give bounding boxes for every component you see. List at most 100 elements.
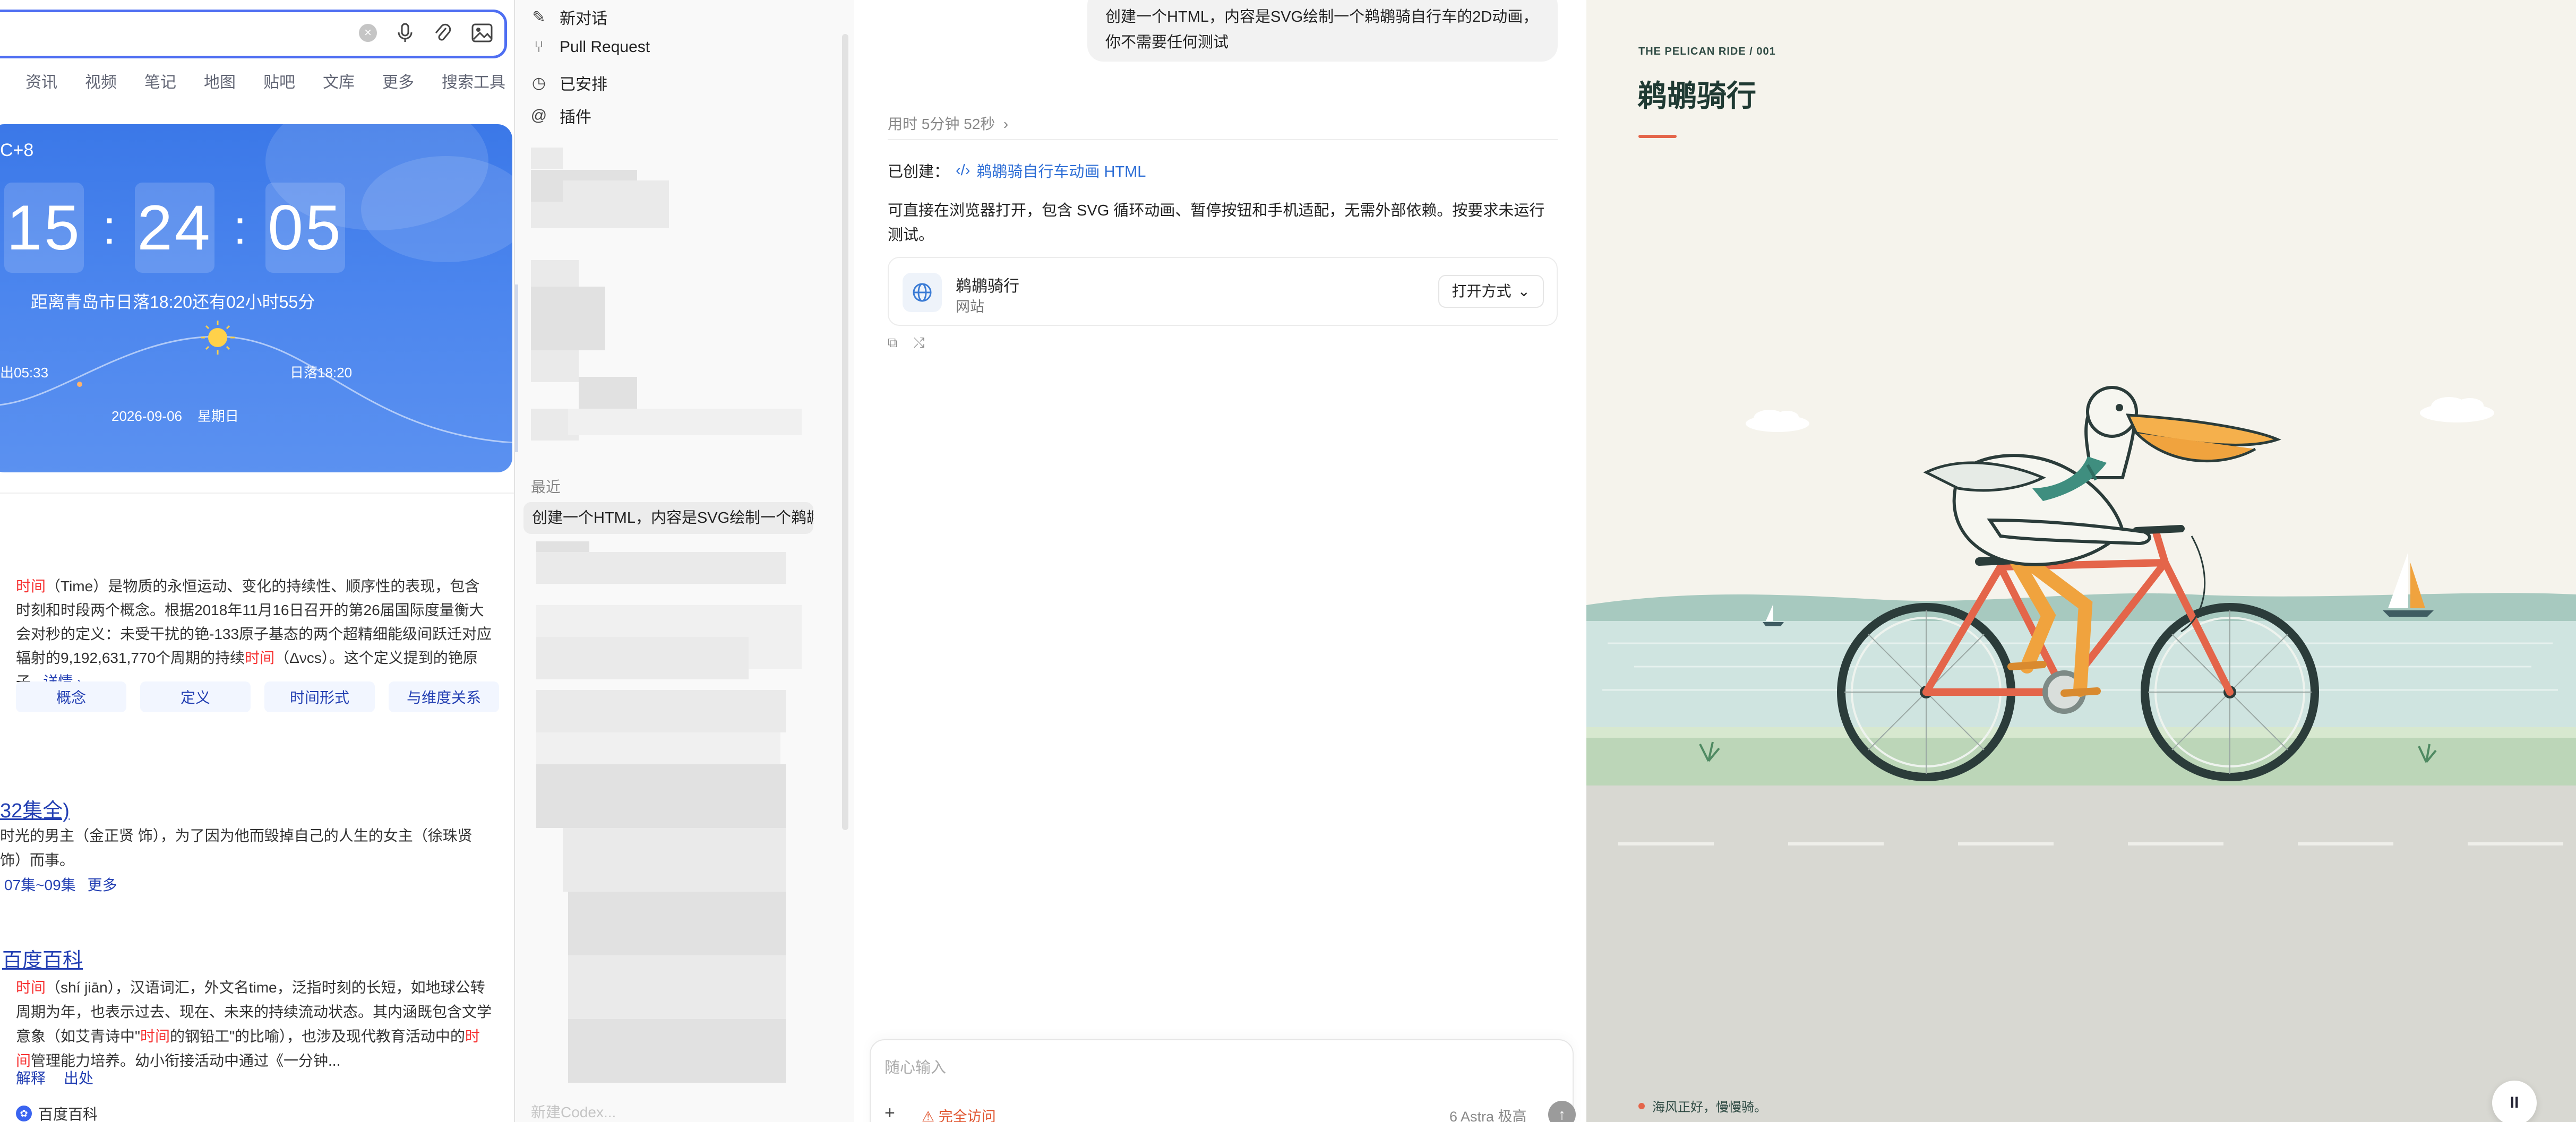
file-card-subtitle: 网站 bbox=[956, 299, 984, 315]
clock-date: 2026-09-06 星期日 bbox=[111, 405, 239, 425]
model-selector[interactable]: 6 Astra 极高 bbox=[1449, 1105, 1527, 1122]
pull-request-icon: ⑂ bbox=[534, 38, 544, 56]
blurred-item bbox=[568, 409, 802, 435]
description-text: 的钢铅工"的比喻），也涉及现代教育活动中的 bbox=[169, 1028, 465, 1045]
sidebar-item-plugins[interactable]: @ 插件 bbox=[530, 104, 591, 127]
blurred-item bbox=[536, 764, 786, 828]
active-indicator bbox=[515, 284, 518, 452]
tab-video[interactable]: 视频 bbox=[85, 69, 117, 92]
pelican-scene bbox=[1586, 386, 2576, 1122]
sidebar-footer[interactable]: 新建Codex... bbox=[531, 1101, 616, 1122]
episode-link[interactable]: 07集~09集 bbox=[4, 874, 76, 895]
globe-icon bbox=[903, 273, 942, 312]
clock-colon: : bbox=[102, 201, 116, 254]
preview-title: 鹈鹕骑行 bbox=[1637, 79, 1756, 113]
sidebar-item-label: 新对话 bbox=[560, 10, 607, 28]
clock-hours: 15 bbox=[4, 183, 84, 273]
blurred-item bbox=[531, 148, 563, 169]
sunset-time: 日落18:20 bbox=[290, 365, 353, 381]
sidebar-item-new-chat[interactable]: ✎ 新对话 bbox=[530, 5, 607, 29]
date-value: 2026-09-06 bbox=[111, 408, 182, 424]
clock-digits: 15 : 24 : 05 bbox=[4, 183, 345, 273]
created-file-link[interactable]: 鹈鹕骑自行车动画 HTML bbox=[976, 159, 1146, 182]
chip-dimension[interactable]: 与维度关系 bbox=[389, 681, 499, 712]
dot-icon bbox=[1638, 1102, 1645, 1109]
sunrise-time: 出05:33 bbox=[0, 365, 49, 381]
tab-more[interactable]: 更多 bbox=[382, 69, 414, 92]
preview-tagline: 海风正好，慢慢骑。 bbox=[1638, 1097, 1767, 1115]
clear-icon[interactable]: × bbox=[359, 24, 377, 42]
blurred-item bbox=[568, 892, 786, 955]
preview-eyebrow: THE PELICAN RIDE / 001 bbox=[1638, 46, 1776, 57]
sidebar-item-label: Pull Request bbox=[560, 38, 650, 56]
message-composer[interactable]: 随心输入 + ⚠ 完全访问 6 Astra 极高 ↑ bbox=[870, 1039, 1576, 1122]
elapsed-time[interactable]: 用时 5分钟 52秒 › bbox=[888, 113, 1008, 134]
blurred-item bbox=[536, 732, 780, 764]
result-description: 时光的男主（金正贤 饰），为了因为他而毁掉自己的人生的女主（徐珠贤 饰）而事。 bbox=[0, 827, 473, 868]
chip-time-forms[interactable]: 时间形式 bbox=[264, 681, 375, 712]
elapsed-label: 用时 5分钟 52秒 bbox=[888, 116, 995, 132]
explain-link[interactable]: 解释 bbox=[16, 1067, 46, 1088]
plus-icon[interactable]: + bbox=[885, 1103, 895, 1122]
sidebar-scrollbar[interactable] bbox=[842, 34, 848, 830]
chip-definition[interactable]: 定义 bbox=[140, 681, 251, 712]
definition-chips: 概念 定义 时间形式 与维度关系 bbox=[16, 681, 499, 712]
chat-thread: 创建一个HTML，内容是SVG绘制一个鹈鹕骑自行车的2D动画，你不需要任何测试 … bbox=[854, 0, 1586, 1122]
file-card-title: 鹈鹕骑行 bbox=[956, 278, 1019, 295]
chip-concept[interactable]: 概念 bbox=[16, 681, 126, 712]
result-title-baike[interactable]: 百度百科 bbox=[2, 944, 83, 973]
tab-wenku[interactable]: 文库 bbox=[323, 69, 355, 92]
blurred-item bbox=[531, 350, 579, 382]
blurred-item bbox=[536, 552, 786, 584]
result-title-drama[interactable]: 32集全) bbox=[0, 794, 70, 823]
file-card[interactable]: 鹈鹕骑行 网站 打开方式 ⌄ bbox=[888, 257, 1558, 326]
composer-input[interactable]: 随心输入 bbox=[885, 1055, 946, 1077]
tab-news[interactable]: 资讯 bbox=[25, 69, 57, 92]
timezone-label: C+8 bbox=[0, 140, 34, 160]
search-results-panel: × 资讯 视频 笔记 地图 贴吧 文库 更多 搜索工具 C+8 15 : 24 bbox=[0, 0, 514, 1122]
tab-notes[interactable]: 笔记 bbox=[144, 69, 176, 92]
blurred-item bbox=[536, 637, 749, 679]
attachment-icon[interactable] bbox=[433, 23, 451, 43]
code-icon: ‹/› bbox=[956, 161, 971, 179]
arrow-up-icon: ↑ bbox=[1558, 1106, 1566, 1122]
divider bbox=[888, 139, 1558, 140]
copy-icon[interactable]: ⧉ bbox=[888, 334, 898, 351]
send-button[interactable]: ↑ bbox=[1548, 1101, 1576, 1122]
blurred-item bbox=[531, 287, 605, 350]
recent-chat-item[interactable]: 创建一个HTML，内容是SVG绘制一个鹈鹕骑 bbox=[523, 502, 813, 534]
more-link[interactable]: 更多 bbox=[88, 874, 117, 895]
baike-logo-icon: ✿ bbox=[16, 1106, 32, 1121]
world-clock-card[interactable]: C+8 15 : 24 : 05 距离青岛市日落18:20还有02小时55分 出… bbox=[0, 124, 512, 472]
branch-icon[interactable]: ⤭ bbox=[914, 334, 925, 351]
recent-heading: 最近 bbox=[531, 479, 561, 495]
keyword-highlight: 时间 bbox=[16, 979, 46, 996]
user-message: 创建一个HTML，内容是SVG绘制一个鹈鹕骑自行车的2D动画，你不需要任何测试 bbox=[1087, 0, 1558, 62]
clock-colon: : bbox=[233, 201, 247, 254]
image-search-icon[interactable] bbox=[471, 23, 493, 42]
created-label: 已创建： bbox=[888, 163, 950, 180]
sidebar-item-scheduled[interactable]: ◷ 已安排 bbox=[530, 71, 607, 94]
chevron-down-icon: ⌄ bbox=[1517, 283, 1530, 299]
open-with-button[interactable]: 打开方式 ⌄ bbox=[1438, 275, 1544, 308]
tab-tieba[interactable]: 贴吧 bbox=[263, 69, 295, 92]
tab-map[interactable]: 地图 bbox=[204, 69, 236, 92]
search-input[interactable]: × bbox=[0, 10, 507, 58]
pause-button[interactable]: II bbox=[2492, 1081, 2537, 1122]
created-line: 已创建： ‹/› 鹈鹕骑自行车动画 HTML bbox=[888, 159, 1146, 182]
blurred-item bbox=[531, 202, 669, 228]
tab-search-tools[interactable]: 搜索工具 bbox=[442, 69, 505, 92]
weekday-value: 星期日 bbox=[197, 408, 239, 424]
result-links: 07集~09集 更多 bbox=[4, 874, 117, 895]
microphone-icon[interactable] bbox=[397, 23, 413, 43]
blurred-item bbox=[568, 955, 786, 1019]
clock-seconds: 05 bbox=[265, 183, 345, 273]
access-mode-button[interactable]: ⚠ 完全访问 bbox=[922, 1105, 996, 1122]
sidebar-item-label: 插件 bbox=[560, 109, 591, 126]
assistant-reply: 可直接在浏览器打开，包含 SVG 循环动画、暂停按钮和手机适配，无需外部依赖。按… bbox=[888, 202, 1545, 244]
html-preview: THE PELICAN RIDE / 001 鹈鹕骑行 海风正好，慢慢骑。 II bbox=[1586, 0, 2576, 1122]
result-source[interactable]: ✿ 百度百科 bbox=[16, 1103, 98, 1122]
sidebar-item-pull-request[interactable]: ⑂ Pull Request bbox=[530, 38, 650, 56]
search-tabs: 资讯 视频 笔记 地图 贴吧 文库 更多 搜索工具 bbox=[25, 69, 505, 92]
source-link[interactable]: 出处 bbox=[64, 1067, 93, 1088]
